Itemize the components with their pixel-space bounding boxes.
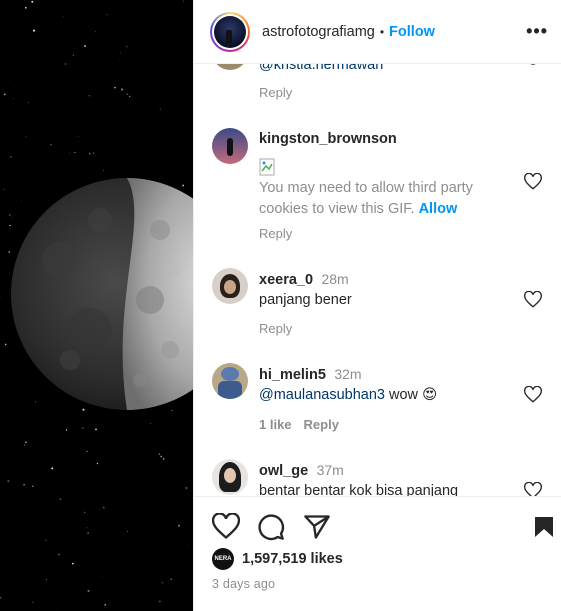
reply-button[interactable]: Reply (259, 85, 292, 100)
bookmark-icon[interactable] (532, 513, 556, 541)
likes-count[interactable]: 1,597,519 likes (242, 551, 343, 567)
author-username[interactable]: astrofotografiamg (262, 24, 375, 40)
allow-cookies-link[interactable]: Allow (419, 201, 458, 217)
share-icon[interactable] (303, 513, 331, 541)
separator-dot: • (379, 24, 385, 39)
follow-button[interactable]: Follow (389, 24, 435, 40)
comment-username[interactable]: hi_melin5 (259, 367, 326, 383)
post-side-panel: astrofotografiamg • Follow ••• @kristia.… (193, 0, 561, 611)
gif-blocked-message: You may need to allow third party cookie… (259, 178, 499, 220)
heart-icon[interactable] (212, 513, 240, 541)
comment-header: owl_ge 37m (259, 462, 344, 480)
comment-header: hi_melin5 32m (259, 366, 362, 384)
heart-icon[interactable] (524, 173, 542, 191)
heart-icon[interactable] (524, 482, 542, 496)
comment-meta: 1 like Reply (259, 417, 351, 432)
comment-time[interactable]: 37m (317, 462, 344, 478)
more-options-icon[interactable]: ••• (526, 22, 548, 40)
reply-button[interactable]: Reply (259, 321, 292, 336)
comment-time[interactable]: 32m (334, 366, 361, 382)
post-image[interactable] (0, 0, 193, 611)
reply-button[interactable]: Reply (259, 226, 292, 241)
comment-avatar[interactable] (212, 459, 248, 495)
heart-icon[interactable] (524, 386, 542, 404)
comment-text: bentar bentar kok bisa panjang (259, 483, 459, 496)
comment-avatar[interactable] (212, 268, 248, 304)
comment-text: panjang bener (259, 292, 352, 308)
comment-text: @maulanasubhan3 wow 😍 (259, 385, 437, 406)
comment-username[interactable]: xeera_0 (259, 272, 313, 288)
reply-button[interactable]: Reply (304, 417, 339, 432)
comment-header: xeera_0 28m (259, 271, 349, 289)
moon-photo (0, 0, 193, 611)
broken-image-icon (259, 158, 275, 176)
liker-avatar[interactable]: NERA (212, 548, 234, 570)
post-header: astrofotografiamg • Follow ••• (194, 0, 561, 64)
comment-likes-count[interactable]: 1 like (259, 417, 292, 432)
heart-icon[interactable] (524, 64, 542, 73)
comment-username[interactable]: owl_ge (259, 463, 308, 479)
author-avatar[interactable] (210, 11, 250, 52)
comment-username[interactable]: kingston_brownson (259, 131, 397, 147)
heart-eyes-emoji: 😍 (422, 387, 438, 403)
comment-avatar[interactable] (212, 128, 248, 164)
comment-avatar[interactable] (212, 363, 248, 399)
comment-mention[interactable]: @kristia.hermawan (259, 64, 383, 76)
comment-body: wow (389, 387, 419, 403)
post-date[interactable]: 3 days ago (212, 577, 275, 591)
comment-mention[interactable]: @maulanasubhan3 (259, 387, 385, 403)
comment-icon[interactable] (257, 513, 285, 541)
comments-list[interactable]: @kristia.hermawan Reply kingston_brownso… (194, 64, 561, 496)
likes-summary[interactable]: NERA 1,597,519 likes (212, 548, 343, 570)
comment-avatar[interactable] (212, 64, 248, 70)
heart-icon[interactable] (524, 291, 542, 309)
comment-time[interactable]: 28m (321, 271, 348, 287)
